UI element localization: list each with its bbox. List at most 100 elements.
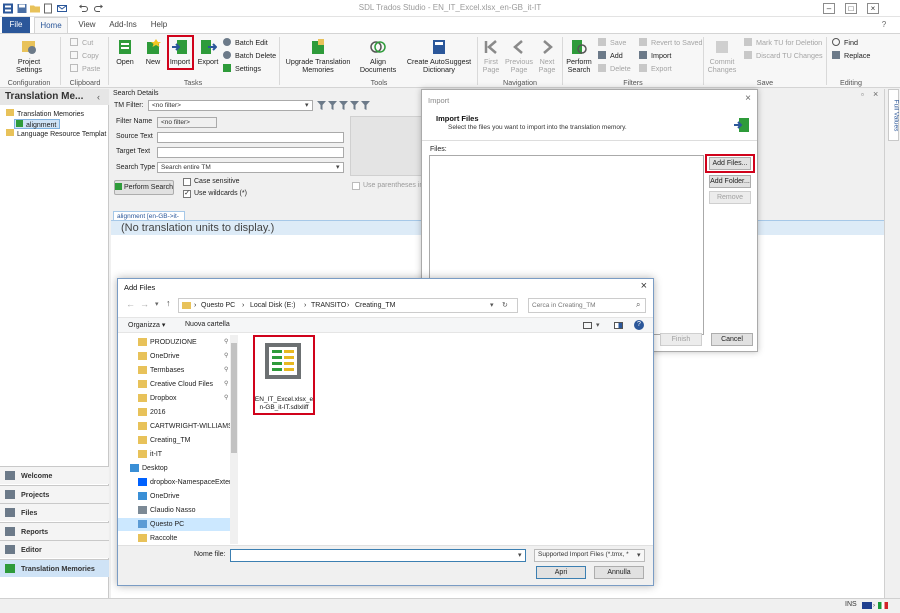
- forward-icon[interactable]: →: [140, 299, 149, 309]
- upgrade-tm-button[interactable]: Upgrade Translation Memories: [283, 38, 353, 74]
- nav-item[interactable]: Desktop: [118, 462, 230, 475]
- breadcrumb-questo-pc[interactable]: Questo PC: [201, 299, 235, 312]
- close-icon[interactable]: ×: [641, 280, 647, 292]
- filename-input[interactable]: [230, 549, 526, 562]
- commit-changes-button[interactable]: Commit Changes: [706, 38, 738, 74]
- use-parentheses-checkbox[interactable]: [352, 182, 360, 190]
- cancel-button[interactable]: Cancel: [711, 333, 753, 346]
- nav-item[interactable]: Raccolte: [118, 532, 230, 545]
- nav-item[interactable]: PRODUZIONE ⚲: [118, 336, 230, 349]
- discard-tu-changes-button[interactable]: Discard TU Changes: [744, 50, 823, 61]
- nav-item[interactable]: it-IT: [118, 448, 230, 461]
- nav-item[interactable]: dropbox-NamespaceExten: [118, 476, 233, 489]
- copy-button[interactable]: Copy: [70, 50, 99, 61]
- collapse-panel-icon[interactable]: ‹: [97, 92, 100, 102]
- help-icon[interactable]: ?: [878, 17, 890, 33]
- tree-item-translation-memories[interactable]: Translation Memories: [6, 109, 84, 119]
- revert-to-saved-button[interactable]: Revert to Saved: [639, 37, 703, 48]
- nav-item[interactable]: Claudio Nasso: [118, 504, 230, 517]
- address-bar[interactable]: › Questo PC › Local Disk (E:) › TRANSITO…: [178, 298, 518, 313]
- nav-item[interactable]: OneDrive ⚲: [118, 350, 230, 363]
- filter-save-button[interactable]: Save: [598, 37, 626, 48]
- search-type-select[interactable]: Search entire TM: [157, 162, 344, 173]
- replace-button[interactable]: Replace: [832, 50, 870, 61]
- case-sensitive-checkbox[interactable]: [183, 178, 191, 186]
- filter-add-button[interactable]: Add: [598, 50, 623, 61]
- close-icon[interactable]: ×: [745, 93, 751, 104]
- remove-button[interactable]: Remove: [709, 191, 751, 204]
- chevron-down-icon[interactable]: ▾: [596, 321, 600, 329]
- search-input[interactable]: Cerca in Creating_TM: [528, 298, 646, 313]
- source-text-input[interactable]: [157, 132, 344, 143]
- tab-addins[interactable]: Add-Ins: [104, 17, 142, 33]
- project-settings-button[interactable]: Project Settings: [9, 38, 49, 74]
- breadcrumb-creating-tm[interactable]: Creating_TM: [355, 299, 395, 312]
- filter-import-button[interactable]: Import: [639, 50, 671, 61]
- export-button[interactable]: Export: [196, 38, 220, 66]
- nav-item[interactable]: 2016: [118, 406, 230, 419]
- filter-remove-icon[interactable]: [350, 101, 359, 110]
- nav-item[interactable]: Creative Cloud Files ⚲: [118, 378, 230, 391]
- recent-locations-icon[interactable]: ▾: [155, 300, 159, 308]
- tab-help[interactable]: Help: [145, 17, 173, 33]
- new-folder-button[interactable]: Nuova cartella: [185, 321, 230, 328]
- minimize-button[interactable]: –: [823, 3, 835, 14]
- perform-search-button[interactable]: Perform Search: [565, 38, 593, 74]
- paste-button[interactable]: Paste: [70, 63, 100, 74]
- address-dropdown-icon[interactable]: ▾: [490, 299, 494, 312]
- breadcrumb-transito[interactable]: TRANSITO: [311, 299, 346, 312]
- view-options-icon[interactable]: [583, 322, 592, 329]
- refresh-icon[interactable]: ↻: [502, 299, 508, 312]
- breadcrumb-local-disk[interactable]: Local Disk (E:): [250, 299, 296, 312]
- filter-add-icon[interactable]: [328, 101, 337, 110]
- scrollbar[interactable]: [230, 335, 238, 544]
- nav-translation-memories[interactable]: Translation Memories: [0, 559, 109, 577]
- nav-reports[interactable]: Reports: [0, 522, 109, 540]
- nav-item[interactable]: Creating_TM: [118, 434, 230, 447]
- tree-item-alignment[interactable]: alignment: [14, 119, 61, 129]
- batch-edit-button[interactable]: Batch Edit: [223, 37, 268, 48]
- nav-projects[interactable]: Projects: [0, 485, 109, 503]
- find-button[interactable]: Find: [832, 37, 858, 48]
- filetype-select[interactable]: Supported Import Files (*.tmx, *: [534, 549, 645, 562]
- tab-view[interactable]: View: [72, 17, 102, 33]
- back-icon[interactable]: ←: [126, 299, 135, 309]
- up-icon[interactable]: ↑: [166, 298, 171, 308]
- tab-home[interactable]: Home: [34, 17, 68, 33]
- cancel-button-dialog[interactable]: Annulla: [594, 566, 644, 579]
- organize-menu[interactable]: Organizza ▾: [128, 321, 165, 329]
- nav-files[interactable]: Files: [0, 503, 109, 521]
- finish-button[interactable]: Finish: [660, 333, 702, 346]
- nav-item[interactable]: OneDrive: [118, 490, 230, 503]
- filter-delete-button[interactable]: Delete: [598, 63, 631, 74]
- open-button[interactable]: Open: [112, 38, 138, 66]
- nav-item[interactable]: CARTWRIGHT-WILLIAMS-İ: [118, 420, 237, 433]
- filter-edit-icon[interactable]: [339, 101, 348, 110]
- autosuggest-button[interactable]: Create AutoSuggest Dictionary: [403, 38, 475, 74]
- next-page-button[interactable]: Next Page: [536, 38, 558, 74]
- first-page-button[interactable]: First Page: [480, 38, 502, 74]
- new-button[interactable]: New: [140, 38, 166, 66]
- add-folder-button[interactable]: Add Folder...: [709, 175, 751, 188]
- filter-export-button[interactable]: Export: [639, 63, 672, 74]
- cut-button[interactable]: Cut: [70, 37, 93, 48]
- filter-icon[interactable]: [317, 101, 326, 110]
- full-values-tab[interactable]: Full Values: [888, 89, 900, 141]
- filter-clear-icon[interactable]: [361, 101, 370, 110]
- close-pane-icon[interactable]: ×: [873, 89, 878, 99]
- use-wildcards-checkbox[interactable]: ✓: [183, 190, 191, 198]
- nav-editor[interactable]: Editor: [0, 540, 109, 558]
- close-window-button[interactable]: ×: [867, 3, 879, 14]
- align-documents-button[interactable]: Align Documents: [355, 38, 401, 74]
- target-text-input[interactable]: [157, 147, 344, 158]
- preview-pane-icon[interactable]: [614, 322, 623, 329]
- pin-icon[interactable]: ▫: [861, 90, 864, 99]
- settings-button[interactable]: Settings: [223, 63, 261, 74]
- open-button-dialog[interactable]: Apri: [536, 566, 586, 579]
- scrollbar-thumb[interactable]: [231, 343, 237, 453]
- nav-welcome[interactable]: Welcome: [0, 466, 109, 484]
- help-icon[interactable]: ?: [634, 320, 644, 330]
- previous-page-button[interactable]: Previous Page: [504, 38, 534, 74]
- nav-item[interactable]: Dropbox ⚲: [118, 392, 230, 405]
- perform-search-button-pane[interactable]: Perform Search: [114, 180, 174, 195]
